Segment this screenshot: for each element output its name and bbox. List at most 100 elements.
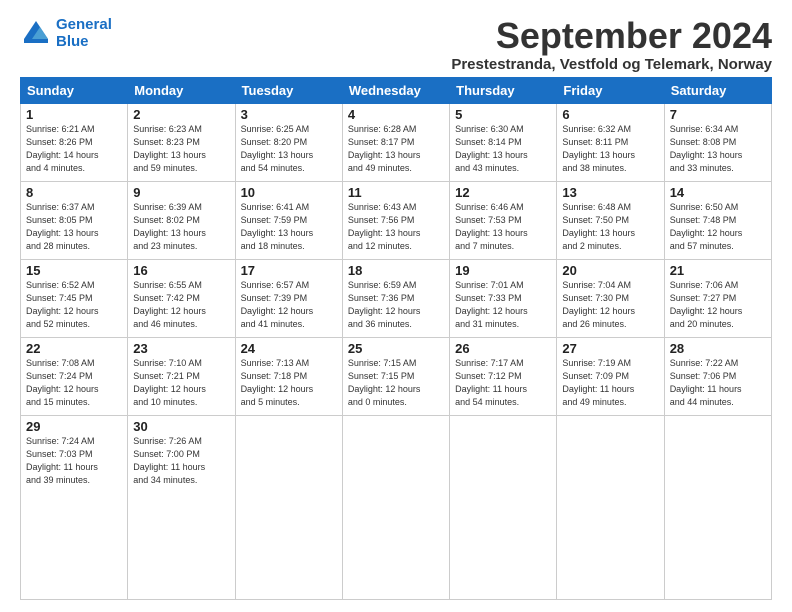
- table-row: 10Sunrise: 6:41 AMSunset: 7:59 PMDayligh…: [235, 181, 342, 259]
- header: General Blue September 2024 Prestestrand…: [20, 16, 772, 73]
- table-row: 8Sunrise: 6:37 AMSunset: 8:05 PMDaylight…: [21, 181, 128, 259]
- logo-text: General Blue: [56, 16, 112, 50]
- calendar-table: Sunday Monday Tuesday Wednesday Thursday…: [20, 77, 772, 600]
- table-row: 11Sunrise: 6:43 AMSunset: 7:56 PMDayligh…: [342, 181, 449, 259]
- day-number: 2: [133, 107, 229, 122]
- month-title: September 2024: [451, 16, 772, 56]
- table-row: [450, 415, 557, 599]
- day-number: 16: [133, 263, 229, 278]
- day-info: Sunrise: 6:34 AMSunset: 8:08 PMDaylight:…: [670, 123, 766, 175]
- col-thursday: Thursday: [450, 77, 557, 103]
- day-info: Sunrise: 7:17 AMSunset: 7:12 PMDaylight:…: [455, 357, 551, 409]
- day-info: Sunrise: 6:23 AMSunset: 8:23 PMDaylight:…: [133, 123, 229, 175]
- day-number: 5: [455, 107, 551, 122]
- day-number: 1: [26, 107, 122, 122]
- table-row: 17Sunrise: 6:57 AMSunset: 7:39 PMDayligh…: [235, 259, 342, 337]
- table-row: 16Sunrise: 6:55 AMSunset: 7:42 PMDayligh…: [128, 259, 235, 337]
- table-row: 26Sunrise: 7:17 AMSunset: 7:12 PMDayligh…: [450, 337, 557, 415]
- table-row: 7Sunrise: 6:34 AMSunset: 8:08 PMDaylight…: [664, 103, 771, 181]
- day-info: Sunrise: 7:22 AMSunset: 7:06 PMDaylight:…: [670, 357, 766, 409]
- col-wednesday: Wednesday: [342, 77, 449, 103]
- day-info: Sunrise: 7:08 AMSunset: 7:24 PMDaylight:…: [26, 357, 122, 409]
- day-info: Sunrise: 6:30 AMSunset: 8:14 PMDaylight:…: [455, 123, 551, 175]
- table-row: 5Sunrise: 6:30 AMSunset: 8:14 PMDaylight…: [450, 103, 557, 181]
- day-number: 10: [241, 185, 337, 200]
- day-info: Sunrise: 6:50 AMSunset: 7:48 PMDaylight:…: [670, 201, 766, 253]
- calendar-week-row: 29Sunrise: 7:24 AMSunset: 7:03 PMDayligh…: [21, 415, 772, 599]
- table-row: 9Sunrise: 6:39 AMSunset: 8:02 PMDaylight…: [128, 181, 235, 259]
- table-row: 21Sunrise: 7:06 AMSunset: 7:27 PMDayligh…: [664, 259, 771, 337]
- day-number: 24: [241, 341, 337, 356]
- table-row: 14Sunrise: 6:50 AMSunset: 7:48 PMDayligh…: [664, 181, 771, 259]
- day-number: 20: [562, 263, 658, 278]
- day-info: Sunrise: 7:13 AMSunset: 7:18 PMDaylight:…: [241, 357, 337, 409]
- day-number: 8: [26, 185, 122, 200]
- table-row: 18Sunrise: 6:59 AMSunset: 7:36 PMDayligh…: [342, 259, 449, 337]
- day-number: 13: [562, 185, 658, 200]
- page: General Blue September 2024 Prestestrand…: [0, 0, 792, 612]
- day-number: 22: [26, 341, 122, 356]
- table-row: 28Sunrise: 7:22 AMSunset: 7:06 PMDayligh…: [664, 337, 771, 415]
- day-info: Sunrise: 6:41 AMSunset: 7:59 PMDaylight:…: [241, 201, 337, 253]
- table-row: 6Sunrise: 6:32 AMSunset: 8:11 PMDaylight…: [557, 103, 664, 181]
- table-row: [235, 415, 342, 599]
- day-number: 15: [26, 263, 122, 278]
- table-row: 2Sunrise: 6:23 AMSunset: 8:23 PMDaylight…: [128, 103, 235, 181]
- table-row: [557, 415, 664, 599]
- table-row: 1Sunrise: 6:21 AMSunset: 8:26 PMDaylight…: [21, 103, 128, 181]
- calendar-week-row: 22Sunrise: 7:08 AMSunset: 7:24 PMDayligh…: [21, 337, 772, 415]
- calendar-week-row: 8Sunrise: 6:37 AMSunset: 8:05 PMDaylight…: [21, 181, 772, 259]
- table-row: 4Sunrise: 6:28 AMSunset: 8:17 PMDaylight…: [342, 103, 449, 181]
- day-number: 26: [455, 341, 551, 356]
- table-row: 24Sunrise: 7:13 AMSunset: 7:18 PMDayligh…: [235, 337, 342, 415]
- day-number: 21: [670, 263, 766, 278]
- col-friday: Friday: [557, 77, 664, 103]
- table-row: 3Sunrise: 6:25 AMSunset: 8:20 PMDaylight…: [235, 103, 342, 181]
- day-info: Sunrise: 6:21 AMSunset: 8:26 PMDaylight:…: [26, 123, 122, 175]
- day-number: 29: [26, 419, 122, 434]
- day-number: 6: [562, 107, 658, 122]
- col-saturday: Saturday: [664, 77, 771, 103]
- day-info: Sunrise: 6:25 AMSunset: 8:20 PMDaylight:…: [241, 123, 337, 175]
- table-row: [664, 415, 771, 599]
- table-row: 15Sunrise: 6:52 AMSunset: 7:45 PMDayligh…: [21, 259, 128, 337]
- table-row: 27Sunrise: 7:19 AMSunset: 7:09 PMDayligh…: [557, 337, 664, 415]
- day-info: Sunrise: 7:15 AMSunset: 7:15 PMDaylight:…: [348, 357, 444, 409]
- table-row: 13Sunrise: 6:48 AMSunset: 7:50 PMDayligh…: [557, 181, 664, 259]
- day-number: 19: [455, 263, 551, 278]
- logo-icon: [20, 17, 52, 49]
- calendar-header-row: Sunday Monday Tuesday Wednesday Thursday…: [21, 77, 772, 103]
- location-subtitle: Prestestranda, Vestfold og Telemark, Nor…: [451, 56, 772, 73]
- day-number: 3: [241, 107, 337, 122]
- day-info: Sunrise: 6:48 AMSunset: 7:50 PMDaylight:…: [562, 201, 658, 253]
- day-info: Sunrise: 7:06 AMSunset: 7:27 PMDaylight:…: [670, 279, 766, 331]
- col-monday: Monday: [128, 77, 235, 103]
- table-row: 25Sunrise: 7:15 AMSunset: 7:15 PMDayligh…: [342, 337, 449, 415]
- day-number: 12: [455, 185, 551, 200]
- table-row: 19Sunrise: 7:01 AMSunset: 7:33 PMDayligh…: [450, 259, 557, 337]
- day-info: Sunrise: 6:46 AMSunset: 7:53 PMDaylight:…: [455, 201, 551, 253]
- table-row: 30Sunrise: 7:26 AMSunset: 7:00 PMDayligh…: [128, 415, 235, 599]
- day-number: 14: [670, 185, 766, 200]
- col-tuesday: Tuesday: [235, 77, 342, 103]
- day-number: 30: [133, 419, 229, 434]
- day-info: Sunrise: 7:04 AMSunset: 7:30 PMDaylight:…: [562, 279, 658, 331]
- day-info: Sunrise: 7:10 AMSunset: 7:21 PMDaylight:…: [133, 357, 229, 409]
- day-info: Sunrise: 6:39 AMSunset: 8:02 PMDaylight:…: [133, 201, 229, 253]
- day-number: 27: [562, 341, 658, 356]
- table-row: 20Sunrise: 7:04 AMSunset: 7:30 PMDayligh…: [557, 259, 664, 337]
- day-number: 7: [670, 107, 766, 122]
- day-number: 17: [241, 263, 337, 278]
- calendar-week-row: 1Sunrise: 6:21 AMSunset: 8:26 PMDaylight…: [21, 103, 772, 181]
- day-info: Sunrise: 6:37 AMSunset: 8:05 PMDaylight:…: [26, 201, 122, 253]
- day-info: Sunrise: 6:55 AMSunset: 7:42 PMDaylight:…: [133, 279, 229, 331]
- day-info: Sunrise: 7:26 AMSunset: 7:00 PMDaylight:…: [133, 435, 229, 487]
- day-info: Sunrise: 7:01 AMSunset: 7:33 PMDaylight:…: [455, 279, 551, 331]
- table-row: [342, 415, 449, 599]
- day-number: 4: [348, 107, 444, 122]
- day-info: Sunrise: 6:32 AMSunset: 8:11 PMDaylight:…: [562, 123, 658, 175]
- day-number: 18: [348, 263, 444, 278]
- table-row: 22Sunrise: 7:08 AMSunset: 7:24 PMDayligh…: [21, 337, 128, 415]
- day-number: 9: [133, 185, 229, 200]
- day-info: Sunrise: 6:57 AMSunset: 7:39 PMDaylight:…: [241, 279, 337, 331]
